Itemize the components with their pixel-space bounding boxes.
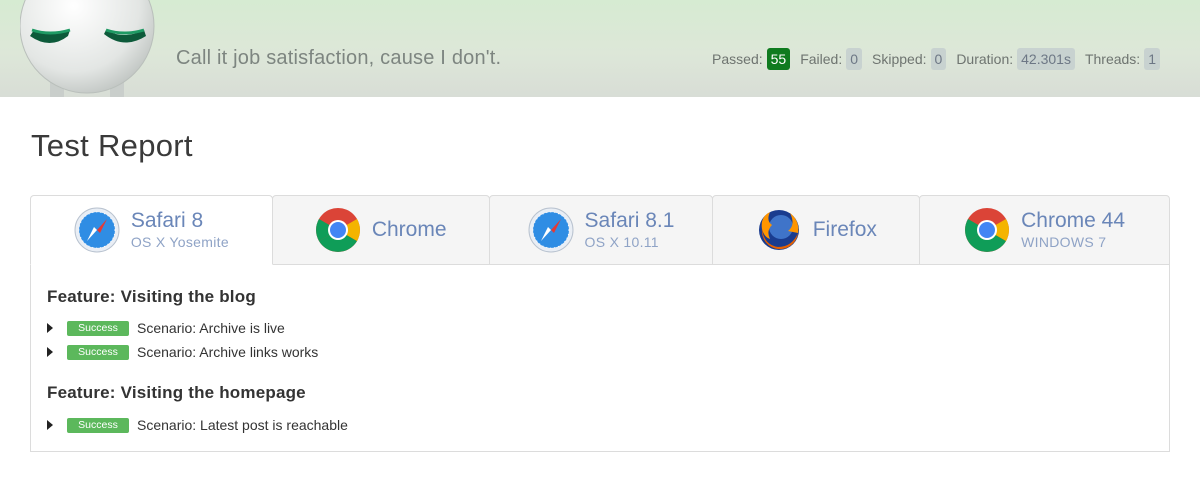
stat-value: 0 [846, 48, 863, 70]
feature-title: Feature: Visiting the blog [47, 287, 256, 306]
scenario-text[interactable]: Scenario: Archive links works [137, 344, 318, 360]
scenario-row: Success Scenario: Latest post is reachab… [47, 417, 348, 433]
page-title: Test Report [31, 128, 193, 163]
stat-threads: Threads: 1 [1085, 48, 1160, 70]
status-badge: Success [67, 417, 129, 433]
stat-label: Passed: [712, 51, 763, 67]
status-badge: Success [67, 320, 129, 336]
stat-label: Duration: [956, 51, 1014, 67]
chrome-icon [315, 208, 360, 252]
stat-skipped: Skipped: 0 [872, 48, 947, 70]
browser-tabs: Safari 8 OS X Yosemite Chrome Safari 8.1… [30, 195, 1170, 265]
feature-title: Feature: Visiting the homepage [47, 383, 306, 402]
tab-name: Chrome 44 [1021, 209, 1126, 232]
tab-subtitle: OS X 10.11 [584, 234, 659, 250]
scenario-text[interactable]: Scenario: Archive is live [137, 320, 285, 336]
tab-safari-8-1[interactable]: Safari 8.1 OS X 10.11 [488, 195, 714, 265]
tab-chrome[interactable]: Chrome [271, 195, 490, 265]
tagline: Call it job satisfaction, cause I don't. [176, 47, 502, 69]
robot-mascot-icon [20, 0, 155, 97]
expand-caret-icon[interactable] [47, 420, 53, 430]
stat-label: Skipped: [872, 51, 927, 67]
scenario-row: Success Scenario: Archive is live [47, 320, 285, 336]
stat-passed: Passed: 55 [712, 48, 791, 70]
tab-panel: Feature: Visiting the blog Success Scena… [30, 264, 1170, 452]
firefox-icon [758, 210, 799, 250]
stat-duration: Duration: 42.301s [956, 48, 1075, 70]
stat-label: Threads: [1084, 51, 1141, 67]
stat-value: 1 [1144, 48, 1160, 70]
status-badge: Success [67, 344, 129, 360]
stat-value: 42.301s [1017, 48, 1075, 70]
summary-stats: Passed: 55 Failed: 0 Skipped: 0 Duration… [702, 48, 1160, 70]
tab-chrome-44[interactable]: Chrome 44 WINDOWS 7 [919, 195, 1170, 265]
scenario-row: Success Scenario: Archive links works [47, 344, 318, 360]
tab-subtitle: OS X Yosemite [130, 234, 229, 250]
tab-name: Firefox [812, 218, 877, 241]
stat-value: 0 [930, 48, 947, 70]
tab-name: Safari 8.1 [584, 209, 675, 232]
tab-safari-8[interactable]: Safari 8 OS X Yosemite [30, 195, 273, 265]
safari-icon [74, 207, 120, 253]
stat-failed: Failed: 0 [800, 48, 863, 70]
tab-firefox[interactable]: Firefox [712, 195, 921, 265]
tab-name: Safari 8 [130, 209, 204, 232]
tab-subtitle: WINDOWS 7 [1021, 234, 1107, 250]
tab-name: Chrome [371, 218, 447, 241]
chrome-icon [965, 208, 1010, 252]
scenario-text[interactable]: Scenario: Latest post is reachable [137, 417, 348, 433]
stat-label: Failed: [800, 51, 843, 67]
expand-caret-icon[interactable] [47, 347, 53, 357]
safari-icon [528, 207, 574, 253]
expand-caret-icon[interactable] [47, 323, 53, 333]
page-header: Call it job satisfaction, cause I don't.… [0, 0, 1200, 97]
stat-value: 55 [766, 48, 791, 70]
